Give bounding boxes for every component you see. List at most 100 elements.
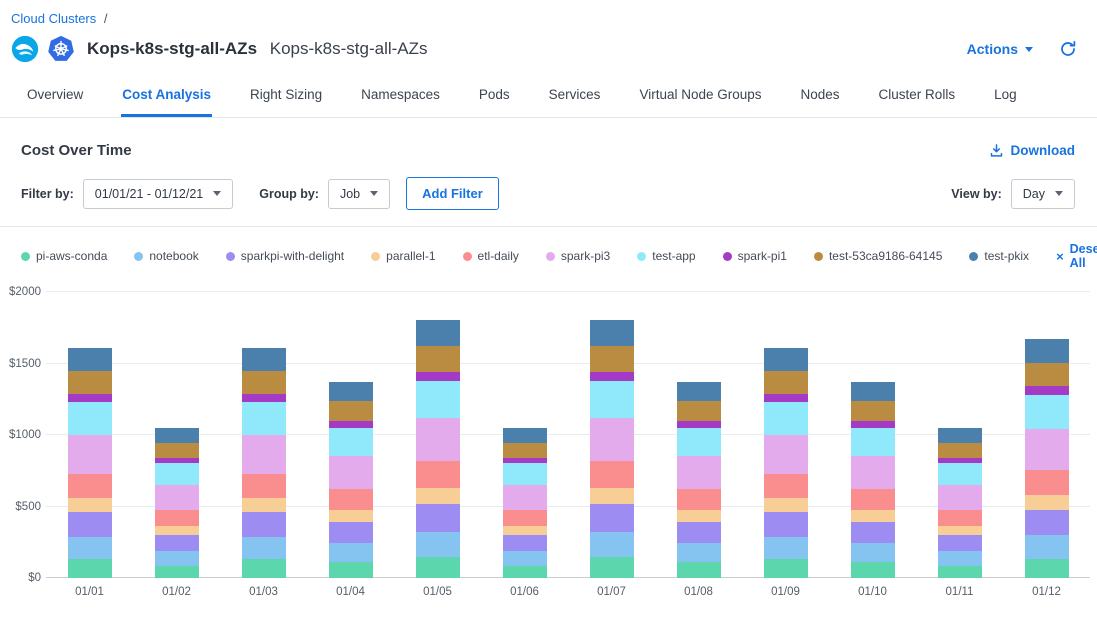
bar-segment-pi-aws-conda[interactable]	[1025, 559, 1069, 578]
bar-segment-spark-pi3[interactable]	[416, 418, 460, 461]
bar-segment-etl-daily[interactable]	[242, 474, 286, 498]
bar-segment-test-53ca9186-64145[interactable]	[764, 371, 808, 394]
bar-segment-spark-pi3[interactable]	[590, 418, 634, 461]
bar-segment-test-app[interactable]	[155, 463, 199, 484]
bar-segment-etl-daily[interactable]	[938, 510, 982, 526]
bar-segment-test-53ca9186-64145[interactable]	[155, 443, 199, 458]
bar-segment-spark-pi3[interactable]	[764, 435, 808, 474]
bar-segment-etl-daily[interactable]	[503, 510, 547, 526]
bar-segment-spark-pi1[interactable]	[242, 394, 286, 403]
bar-segment-spark-pi1[interactable]	[68, 394, 112, 403]
bar-segment-parallel-1[interactable]	[851, 510, 895, 522]
bar-segment-sparkpi-with-delight[interactable]	[590, 504, 634, 531]
legend-item-spark-pi1[interactable]: spark-pi1	[723, 249, 787, 263]
tab-virtual-node-groups[interactable]: Virtual Node Groups	[638, 79, 762, 117]
bar-segment-sparkpi-with-delight[interactable]	[851, 522, 895, 543]
bar-segment-sparkpi-with-delight[interactable]	[677, 522, 721, 543]
bar-segment-spark-pi1[interactable]	[764, 394, 808, 403]
tab-services[interactable]: Services	[548, 79, 602, 117]
bar-segment-pi-aws-conda[interactable]	[416, 557, 460, 578]
bar-segment-etl-daily[interactable]	[329, 489, 373, 510]
deselect-all-button[interactable]: × Deselect All	[1056, 242, 1097, 270]
bar-segment-pi-aws-conda[interactable]	[242, 559, 286, 578]
legend-item-test-pkix[interactable]: test-pkix	[969, 249, 1029, 263]
stacked-bar-01-03[interactable]	[242, 292, 286, 578]
bar-segment-spark-pi3[interactable]	[242, 435, 286, 474]
legend-item-notebook[interactable]: notebook	[134, 249, 198, 263]
bar-segment-test-53ca9186-64145[interactable]	[1025, 363, 1069, 387]
bar-segment-notebook[interactable]	[590, 532, 634, 558]
bar-segment-test-53ca9186-64145[interactable]	[329, 401, 373, 420]
group-by-select[interactable]: Job	[328, 179, 390, 209]
legend-item-sparkpi-with-delight[interactable]: sparkpi-with-delight	[226, 249, 344, 263]
bar-segment-test-53ca9186-64145[interactable]	[68, 371, 112, 394]
bar-segment-parallel-1[interactable]	[503, 526, 547, 535]
bar-segment-spark-pi1[interactable]	[590, 372, 634, 382]
bar-segment-test-53ca9186-64145[interactable]	[590, 346, 634, 372]
bar-segment-pi-aws-conda[interactable]	[155, 566, 199, 578]
bar-segment-notebook[interactable]	[329, 543, 373, 562]
bar-segment-test-pkix[interactable]	[851, 382, 895, 401]
bar-segment-sparkpi-with-delight[interactable]	[329, 522, 373, 543]
bar-segment-test-pkix[interactable]	[938, 428, 982, 443]
bar-segment-spark-pi1[interactable]	[416, 372, 460, 382]
breadcrumb-link-cloud-clusters[interactable]: Cloud Clusters	[11, 11, 96, 26]
stacked-bar-01-07[interactable]	[590, 292, 634, 578]
bar-segment-etl-daily[interactable]	[68, 474, 112, 498]
bar-segment-test-app[interactable]	[242, 402, 286, 435]
bar-segment-etl-daily[interactable]	[155, 510, 199, 526]
bar-segment-spark-pi3[interactable]	[503, 485, 547, 510]
stacked-bar-01-08[interactable]	[677, 292, 721, 578]
bar-segment-etl-daily[interactable]	[677, 489, 721, 510]
stacked-bar-01-11[interactable]	[938, 292, 982, 578]
bar-segment-parallel-1[interactable]	[764, 498, 808, 512]
bar-segment-test-pkix[interactable]	[590, 320, 634, 346]
bar-segment-test-app[interactable]	[1025, 395, 1069, 429]
bar-segment-sparkpi-with-delight[interactable]	[938, 535, 982, 551]
bar-segment-parallel-1[interactable]	[155, 526, 199, 535]
bar-segment-pi-aws-conda[interactable]	[68, 559, 112, 578]
tab-right-sizing[interactable]: Right Sizing	[249, 79, 323, 117]
bar-segment-spark-pi3[interactable]	[851, 456, 895, 489]
date-range-select[interactable]: 01/01/21 - 01/12/21	[83, 179, 233, 209]
stacked-bar-01-10[interactable]	[851, 292, 895, 578]
bar-segment-test-app[interactable]	[590, 381, 634, 418]
tab-cluster-rolls[interactable]: Cluster Rolls	[878, 79, 957, 117]
bar-segment-test-53ca9186-64145[interactable]	[851, 401, 895, 420]
bar-segment-etl-daily[interactable]	[416, 461, 460, 488]
bar-segment-test-53ca9186-64145[interactable]	[503, 443, 547, 458]
bar-segment-test-pkix[interactable]	[764, 348, 808, 371]
download-button[interactable]: Download	[989, 143, 1076, 158]
stacked-bar-01-01[interactable]	[68, 292, 112, 578]
bar-segment-sparkpi-with-delight[interactable]	[1025, 510, 1069, 535]
bar-segment-pi-aws-conda[interactable]	[677, 562, 721, 578]
stacked-bar-01-09[interactable]	[764, 292, 808, 578]
bar-segment-pi-aws-conda[interactable]	[590, 557, 634, 578]
bar-segment-notebook[interactable]	[1025, 535, 1069, 559]
bar-segment-spark-pi3[interactable]	[1025, 429, 1069, 469]
tab-namespaces[interactable]: Namespaces	[360, 79, 441, 117]
bar-segment-test-app[interactable]	[851, 428, 895, 456]
bar-segment-spark-pi3[interactable]	[938, 485, 982, 510]
bar-segment-sparkpi-with-delight[interactable]	[242, 512, 286, 536]
bar-segment-test-pkix[interactable]	[1025, 339, 1069, 363]
bar-segment-notebook[interactable]	[68, 537, 112, 560]
bar-segment-spark-pi3[interactable]	[155, 485, 199, 510]
bar-segment-test-app[interactable]	[938, 463, 982, 484]
bar-segment-parallel-1[interactable]	[329, 510, 373, 522]
bar-segment-test-pkix[interactable]	[416, 320, 460, 346]
bar-segment-notebook[interactable]	[938, 551, 982, 566]
bar-segment-notebook[interactable]	[764, 537, 808, 560]
bar-segment-notebook[interactable]	[677, 543, 721, 562]
legend-item-test-app[interactable]: test-app	[637, 249, 695, 263]
stacked-bar-01-12[interactable]	[1025, 292, 1069, 578]
bar-segment-pi-aws-conda[interactable]	[329, 562, 373, 578]
stacked-bar-01-06[interactable]	[503, 292, 547, 578]
bar-segment-etl-daily[interactable]	[1025, 470, 1069, 495]
bar-segment-pi-aws-conda[interactable]	[851, 562, 895, 578]
bar-segment-etl-daily[interactable]	[590, 461, 634, 488]
bar-segment-sparkpi-with-delight[interactable]	[416, 504, 460, 531]
bar-segment-sparkpi-with-delight[interactable]	[68, 512, 112, 536]
bar-segment-test-53ca9186-64145[interactable]	[416, 346, 460, 372]
bar-segment-spark-pi1[interactable]	[677, 421, 721, 428]
